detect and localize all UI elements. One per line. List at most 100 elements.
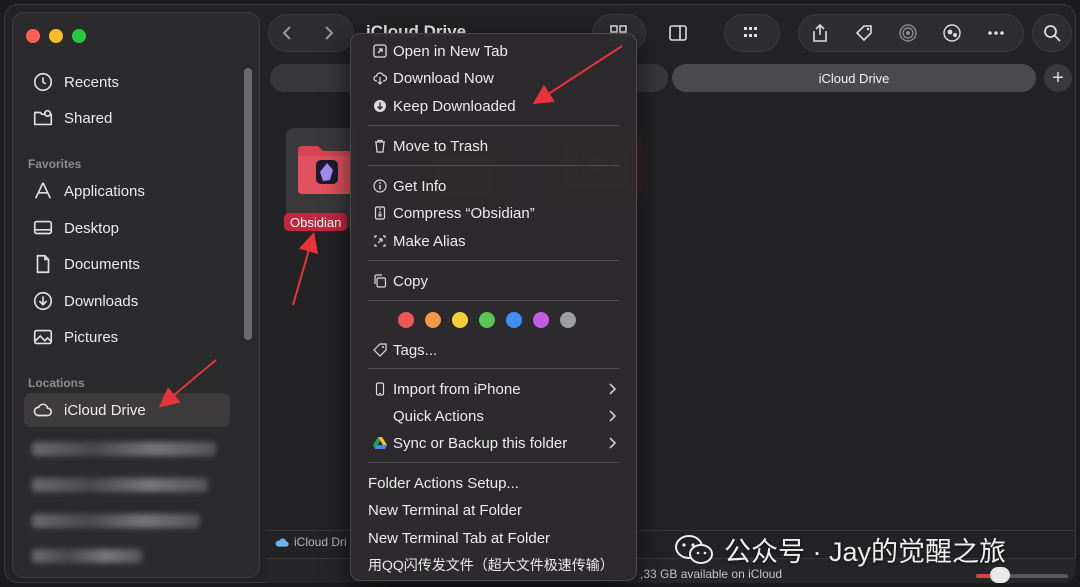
desktop-icon [32,217,54,239]
iphone-icon [370,382,390,396]
menu-item-label: Keep Downloaded [393,97,516,115]
menu-item-label: Get Info [393,177,447,195]
menu-item-tags[interactable]: Tags... [358,338,629,362]
tag-color-gray[interactable] [560,312,576,328]
info-icon [370,179,390,193]
tag-icon [855,25,872,42]
obsidian-folder-icon[interactable] [296,140,354,196]
menu-item-new-terminal-tab-at-folder[interactable]: New Terminal Tab at Folder [358,526,629,550]
menu-separator [368,125,619,126]
sidebar-item-downloads[interactable]: Downloads [24,284,230,318]
menu-item-download-now[interactable]: Download Now [358,66,629,90]
download-icon [32,290,54,312]
search-icon [1032,15,1072,51]
menu-item-label: Quick Actions [393,407,484,425]
menu-separator [368,368,619,369]
share-folder-button[interactable] [930,15,974,51]
document-icon [32,253,54,275]
chevron-left-icon [282,26,291,40]
tag-color-picker [398,312,576,328]
menu-item-move-to-trash[interactable]: Move to Trash [358,134,629,158]
sidebar-item-blurred[interactable] [32,438,228,460]
tag-color-yellow[interactable] [452,312,468,328]
sidebar: Recents Shared Favorites Applications De… [12,12,260,578]
path-item-label: iCloud Dri [294,535,347,549]
menu-item-copy[interactable]: Copy [358,269,629,293]
sidebar-toggle-icon [669,25,687,41]
sidebar-item-shared[interactable]: Shared [24,101,230,135]
cloud-icon [275,538,289,547]
menu-item-label: Import from iPhone [393,380,521,398]
airdrop-icon [899,24,917,42]
menu-item-qq-transfer[interactable]: 用QQ闪传发文件（超大文件极速传输） [358,553,629,577]
menu-item-open-in-new-tab[interactable]: Open in New Tab [358,39,629,63]
sidebar-item-icloud-drive[interactable]: iCloud Drive [24,393,230,427]
tag-icon [370,343,390,357]
action-buttons [798,14,1024,52]
path-item[interactable]: iCloud Dri [274,535,347,549]
sidebar-item-applications[interactable]: Applications [24,174,230,208]
group-by-button[interactable] [724,14,780,52]
cloud-download-icon [370,71,390,85]
folder-label[interactable]: Obsidian [284,213,348,231]
menu-item-sync-or-backup[interactable]: Sync or Backup this folder [358,431,629,455]
sidebar-scrollbar[interactable] [244,68,252,340]
sidebar-item-label: Desktop [64,219,120,237]
sidebar-item-label: Downloads [64,292,139,310]
sidebar-item-label: Pictures [64,328,119,346]
share-icon [813,23,827,42]
tab-icloud-drive[interactable]: iCloud Drive [672,64,1036,92]
menu-item-keep-downloaded[interactable]: Keep Downloaded [358,94,629,118]
shared-folder-icon [32,107,54,129]
sidebar-item-desktop[interactable]: Desktop [24,211,230,245]
minimize-window-button[interactable] [49,29,63,43]
icon-size-slider-knob[interactable] [990,567,1010,583]
compress-icon [370,206,390,220]
preview-pane-button[interactable] [660,15,696,51]
close-window-button[interactable] [26,29,40,43]
sidebar-item-blurred[interactable] [32,474,228,496]
menu-item-get-info[interactable]: Get Info [358,174,629,198]
chevron-right-icon [325,26,334,40]
chevron-right-icon [609,383,617,395]
forward-button[interactable] [308,15,348,51]
tag-color-orange[interactable] [425,312,441,328]
menu-item-make-alias[interactable]: Make Alias [358,229,629,253]
menu-item-label: Download Now [393,69,494,87]
menu-item-folder-actions-setup[interactable]: Folder Actions Setup... [358,471,629,495]
tag-color-purple[interactable] [533,312,549,328]
wechat-logo-icon [675,534,713,564]
menu-separator [368,260,619,261]
sidebar-item-label: Recents [64,73,120,91]
sidebar-item-blurred[interactable] [32,545,228,567]
menu-item-import-from-iphone[interactable]: Import from iPhone [358,377,629,401]
new-tab-icon [370,44,390,58]
menu-item-label: Compress “Obsidian” [393,204,535,222]
menu-item-label: New Terminal Tab at Folder [368,529,551,547]
zoom-window-button[interactable] [72,29,86,43]
tag-color-green[interactable] [479,312,495,328]
menu-item-compress[interactable]: Compress “Obsidian” [358,201,629,225]
sidebar-item-blurred[interactable] [32,510,228,532]
sidebar-item-pictures[interactable]: Pictures [24,320,230,354]
back-button[interactable] [268,15,308,51]
tag-button[interactable] [842,15,886,51]
tag-color-red[interactable] [398,312,414,328]
menu-item-label: Move to Trash [393,137,489,155]
sidebar-item-documents[interactable]: Documents [24,247,230,281]
sidebar-item-recents[interactable]: Recents [24,65,230,99]
menu-item-label: Copy [393,272,429,290]
locations-header: Locations [28,376,85,390]
watermark: 公众号 · Jay的觉醒之旅 [674,530,1006,569]
menu-item-quick-actions[interactable]: Quick Actions [358,404,629,428]
search-button[interactable] [1032,14,1072,52]
airdrop-button[interactable] [886,15,930,51]
sidebar-item-label: Documents [64,255,140,273]
share-button[interactable] [798,15,842,51]
menu-item-label: 用QQ闪传发文件（超大文件极速传输） [368,557,614,573]
new-tab-button[interactable]: + [1044,64,1072,92]
more-button[interactable] [974,15,1018,51]
tag-color-blue[interactable] [506,312,522,328]
plus-icon: + [1052,66,1064,89]
menu-item-new-terminal-at-folder[interactable]: New Terminal at Folder [358,498,629,522]
